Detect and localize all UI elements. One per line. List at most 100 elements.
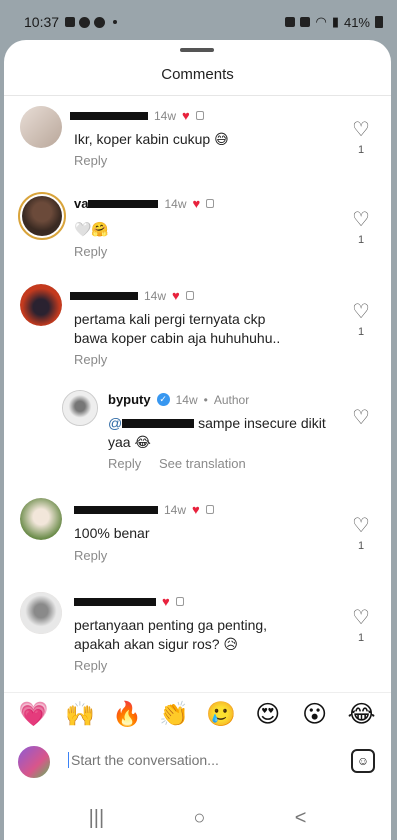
reaction-heart-eyes-emoji[interactable]: 😍 xyxy=(251,700,285,729)
username-prefix[interactable]: va xyxy=(74,196,88,211)
comment-item: 14w ♥ 100% benar Reply ♡ 1 xyxy=(4,496,391,576)
vibrate-icon xyxy=(300,17,311,27)
battery-icon xyxy=(375,16,383,28)
like-button[interactable]: ♡ xyxy=(349,408,373,428)
redacted-username[interactable] xyxy=(70,291,138,300)
avatar[interactable] xyxy=(20,592,62,634)
heart-outline-icon[interactable]: ♡ xyxy=(349,516,373,536)
like-button[interactable]: ♡ 1 xyxy=(349,120,373,156)
comment-meta: 14w ♥ xyxy=(70,288,194,303)
avatar[interactable] xyxy=(20,106,62,148)
like-count: 1 xyxy=(357,144,365,156)
author-avatar-mini-icon xyxy=(206,199,215,208)
heart-outline-icon[interactable]: ♡ xyxy=(349,302,373,322)
reply-button[interactable]: Reply xyxy=(74,244,107,259)
heart-outline-icon[interactable]: ♡ xyxy=(349,210,373,230)
heart-outline-icon[interactable]: ♡ xyxy=(349,408,373,428)
signal-icon: ▮ xyxy=(331,14,339,29)
comment-text: 100% benar xyxy=(74,525,150,541)
avatar[interactable] xyxy=(62,390,98,426)
redacted-mention[interactable] xyxy=(122,419,195,428)
reaction-tear-smile-emoji[interactable]: 🥲 xyxy=(204,700,238,729)
like-count: 1 xyxy=(357,234,365,246)
comment-meta: 14w ♥ xyxy=(74,502,214,517)
reaction-surprised-emoji[interactable]: 😮 xyxy=(298,700,332,729)
like-button[interactable]: ♡ 1 xyxy=(349,516,373,552)
author-reply-item: byputy ✓ 14w • Author @ sampe insecure d… xyxy=(4,386,391,482)
system-icons: ◠ ▮ 41% xyxy=(285,14,383,30)
back-icon[interactable]: < xyxy=(295,807,307,830)
notification-icons xyxy=(65,16,118,28)
like-button[interactable]: ♡ 1 xyxy=(349,210,373,246)
reaction-raised-hands-emoji[interactable]: 🙌 xyxy=(63,700,97,729)
redacted-username[interactable] xyxy=(74,505,158,514)
comments-sheet: Comments 14w ♥ Ikr, koper kabin cukup 😅 … xyxy=(4,40,391,840)
comment-text: sampe insecure dikit xyxy=(198,415,326,431)
reply-button[interactable]: Reply xyxy=(74,352,107,367)
heart-outline-icon[interactable]: ♡ xyxy=(349,608,373,628)
comment-time: 14w xyxy=(164,502,187,517)
reaction-laughing-emoji[interactable]: 😂 xyxy=(345,700,379,729)
comment-meta: va 14w ♥ xyxy=(74,196,215,211)
reply-button[interactable]: Reply xyxy=(74,658,107,673)
like-button[interactable]: ♡ 1 xyxy=(349,608,373,644)
system-nav-bar: ||| ○ < xyxy=(4,798,391,838)
author-liked-heart-icon: ♥ xyxy=(192,502,200,517)
wifi-icon: ◠ xyxy=(315,14,327,29)
author-avatar-mini-icon xyxy=(185,291,194,300)
username[interactable]: byputy xyxy=(108,392,151,407)
like-count: 1 xyxy=(357,632,365,644)
sticker-icon[interactable]: ☺ xyxy=(351,749,375,773)
like-count: 1 xyxy=(357,326,365,338)
comment-input[interactable] xyxy=(68,752,338,768)
comment-time: 14w xyxy=(154,108,177,123)
battery-percent: 41% xyxy=(343,14,370,30)
redacted-username[interactable] xyxy=(70,111,148,120)
reply-button[interactable]: Reply xyxy=(74,153,107,168)
status-bar: 10:37 ◠ ▮ 41% xyxy=(0,0,397,44)
comment-text-line-2: apakah akan sigur ros? 😥 xyxy=(74,636,239,652)
reaction-heart-emoji[interactable]: 💗 xyxy=(16,700,50,729)
comment-text: 🤍🤗 xyxy=(74,221,109,237)
comment-time: 14w xyxy=(144,288,167,303)
author-avatar-mini-icon xyxy=(195,111,204,120)
mention[interactable]: @ xyxy=(108,415,122,431)
redacted-username[interactable] xyxy=(74,597,156,606)
comment-text-line-2: yaa 😂 xyxy=(108,434,151,450)
my-avatar xyxy=(16,744,52,780)
comment-meta: 14w ♥ xyxy=(70,108,204,123)
redacted-username[interactable] xyxy=(88,200,159,208)
author-liked-heart-icon: ♥ xyxy=(182,108,190,123)
comment-item: ♥ pertanyaan penting ga penting, apakah … xyxy=(4,588,391,684)
comment-text-line-2: bawa koper cabin aja huhuhuhu.. xyxy=(74,330,281,346)
comment-item: va 14w ♥ 🤍🤗 Reply ♡ 1 xyxy=(4,190,391,266)
comment-meta: ♥ xyxy=(74,594,184,609)
see-translation-button[interactable]: See translation xyxy=(159,456,246,471)
reaction-clap-emoji[interactable]: 👏 xyxy=(157,700,191,729)
reply-button[interactable]: Reply xyxy=(108,456,141,471)
avatar[interactable] xyxy=(20,498,62,540)
author-avatar-mini-icon xyxy=(175,597,184,606)
like-count: 1 xyxy=(357,540,365,552)
like-button[interactable]: ♡ 1 xyxy=(349,302,373,338)
avatar[interactable] xyxy=(18,192,66,240)
comment-meta: byputy ✓ 14w • Author xyxy=(108,392,250,407)
author-label: Author xyxy=(213,392,250,407)
comment-item: 14w ♥ pertama kali pergi ternyata ckp ba… xyxy=(4,282,391,378)
comment-time: 14w xyxy=(175,392,198,407)
comment-time: 14w xyxy=(164,196,187,211)
avatar[interactable] xyxy=(20,284,62,326)
home-icon[interactable]: ○ xyxy=(193,807,205,830)
drag-handle[interactable] xyxy=(180,48,214,52)
heart-outline-icon[interactable]: ♡ xyxy=(349,120,373,140)
comment-item: 14w ♥ Ikr, koper kabin cukup 😅 Reply ♡ 1 xyxy=(4,104,391,176)
alarm-icon xyxy=(285,17,296,27)
account-icon xyxy=(94,16,106,28)
reply-button[interactable]: Reply xyxy=(74,548,107,563)
sheet-title: Comments xyxy=(161,66,234,83)
quick-reaction-bar: 💗 🙌 🔥 👏 🥲 😍 😮 😂 xyxy=(4,692,391,736)
comment-composer: ☺ xyxy=(4,740,391,784)
recents-icon[interactable]: ||| xyxy=(89,807,105,830)
reaction-fire-emoji[interactable]: 🔥 xyxy=(110,700,144,729)
divider xyxy=(4,95,391,96)
